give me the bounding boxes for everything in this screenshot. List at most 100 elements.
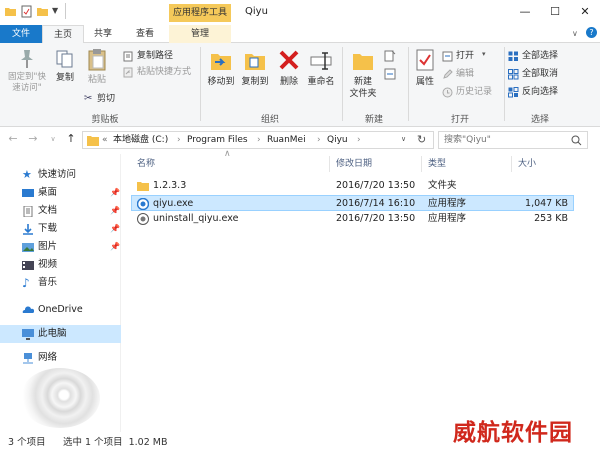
nav-music[interactable]: ♪ 音乐 bbox=[0, 274, 121, 292]
invert-selection-label: 反向选择 bbox=[522, 87, 559, 97]
ribbon-collapse-icon[interactable]: ∨ bbox=[572, 29, 578, 38]
column-header-size[interactable]: 大小 bbox=[518, 158, 536, 170]
nav-label: 下载 bbox=[38, 223, 58, 234]
breadcrumb-item[interactable]: 本地磁盘 (C:) bbox=[113, 134, 168, 147]
quick-access-dropdown-icon[interactable]: ▼ bbox=[52, 6, 58, 15]
table-row[interactable]: uninstall_qiyu.exe 2016/7/20 13:50 应用程序 … bbox=[131, 211, 574, 227]
column-header-type[interactable]: 类型 bbox=[428, 158, 446, 170]
nav-desktop[interactable]: 桌面 📌 bbox=[0, 184, 121, 202]
copy-path-button[interactable]: 复制路径 bbox=[123, 50, 198, 63]
tab-file[interactable]: 文件 bbox=[0, 25, 42, 43]
refresh-icon[interactable]: ↻ bbox=[417, 133, 426, 146]
breadcrumb-item[interactable]: RuanMei bbox=[267, 134, 306, 147]
search-box[interactable]: 搜索"Qiyu" bbox=[438, 131, 588, 149]
new-folder-icon bbox=[353, 54, 373, 70]
rename-button[interactable]: 重命名 bbox=[304, 48, 338, 88]
breadcrumb-separator: › bbox=[257, 135, 261, 145]
nav-pictures[interactable]: 图片 📌 bbox=[0, 238, 121, 256]
file-name: 1.2.3.3 bbox=[153, 180, 187, 191]
history-icon bbox=[442, 87, 453, 98]
nav-label: 快速访问 bbox=[38, 169, 77, 180]
new-folder-icon[interactable] bbox=[36, 5, 49, 18]
column-divider[interactable] bbox=[329, 156, 330, 172]
select-none-icon bbox=[508, 69, 519, 80]
nav-this-pc[interactable]: 此电脑 bbox=[0, 325, 121, 343]
file-type: 文件夹 bbox=[428, 180, 457, 191]
breadcrumb-item[interactable]: Program Files bbox=[187, 134, 248, 147]
clipboard-group-label: 剪贴板 bbox=[91, 115, 119, 125]
copy-button[interactable]: 复制 bbox=[52, 48, 78, 84]
select-all-button[interactable]: 全部选择 bbox=[508, 50, 596, 63]
pin-icon: 📌 bbox=[110, 242, 120, 251]
forward-arrow-icon[interactable]: → bbox=[26, 131, 40, 147]
open-icon bbox=[442, 51, 453, 62]
uninstaller-icon bbox=[137, 213, 149, 225]
nav-onedrive[interactable]: OneDrive bbox=[0, 301, 121, 319]
nav-network[interactable]: 网络 bbox=[0, 349, 121, 367]
nav-label: 此电脑 bbox=[38, 328, 67, 339]
select-none-button[interactable]: 全部取消 bbox=[508, 68, 596, 81]
file-size: 1,047 KB bbox=[525, 198, 568, 209]
nav-videos[interactable]: 视频 bbox=[0, 256, 121, 274]
history-button[interactable]: 历史记录 bbox=[442, 86, 504, 99]
copy-to-button[interactable]: 复制到 bbox=[238, 48, 272, 88]
file-type: 应用程序 bbox=[428, 198, 467, 209]
new-item-icon[interactable] bbox=[384, 50, 396, 62]
close-button[interactable]: ✕ bbox=[570, 0, 600, 25]
paste-button[interactable]: 粘贴 bbox=[82, 48, 112, 86]
tab-view[interactable]: 查看 bbox=[124, 25, 166, 43]
up-arrow-icon[interactable]: ↑ bbox=[64, 131, 78, 147]
music-icon: ♪ bbox=[22, 276, 30, 290]
delete-icon bbox=[279, 50, 299, 70]
table-row[interactable]: 1.2.3.3 2016/7/20 13:50 文件夹 bbox=[131, 178, 574, 194]
move-to-button[interactable]: 移动到 bbox=[204, 48, 238, 88]
paste-shortcut-button[interactable]: 粘贴快捷方式 bbox=[123, 66, 198, 79]
properties-icon[interactable] bbox=[20, 5, 33, 18]
group-divider bbox=[342, 47, 343, 121]
back-arrow-icon[interactable]: ← bbox=[6, 131, 20, 147]
column-header-modified[interactable]: 修改日期 bbox=[336, 158, 372, 170]
delete-button[interactable]: 删除 bbox=[276, 48, 302, 88]
nav-quick-access[interactable]: ★ 快速访问 bbox=[0, 166, 121, 184]
column-divider[interactable] bbox=[511, 156, 512, 172]
easy-access-icon[interactable] bbox=[384, 68, 396, 80]
column-header-name[interactable]: 名称 bbox=[137, 158, 155, 170]
breadcrumb-separator: › bbox=[317, 135, 321, 145]
scissors-icon: ✂ bbox=[84, 93, 93, 104]
search-icon bbox=[571, 135, 582, 146]
address-dropdown-icon[interactable]: ∨ bbox=[401, 135, 406, 143]
properties-button[interactable]: 属性 bbox=[412, 48, 438, 88]
minimize-button[interactable]: — bbox=[510, 0, 540, 25]
breadcrumb-item[interactable]: Qiyu bbox=[327, 134, 348, 147]
file-modified: 2016/7/20 13:50 bbox=[336, 180, 416, 191]
copy-to-icon bbox=[245, 54, 265, 70]
new-folder-button[interactable]: 新建 文件夹 bbox=[346, 48, 380, 100]
nav-downloads[interactable]: 下载 📌 bbox=[0, 220, 121, 238]
breadcrumb-overflow[interactable]: « bbox=[102, 134, 108, 147]
nav-documents[interactable]: 文档 📌 bbox=[0, 202, 121, 220]
address-bar[interactable]: « 本地磁盘 (C:) › Program Files › RuanMei › … bbox=[82, 131, 434, 149]
column-divider[interactable] bbox=[421, 156, 422, 172]
file-size: 253 KB bbox=[534, 213, 568, 224]
table-row-selected[interactable]: qiyu.exe 2016/7/14 16:10 应用程序 1,047 KB bbox=[131, 195, 574, 211]
search-input[interactable]: 搜索"Qiyu" bbox=[444, 134, 491, 147]
tab-home[interactable]: 主页 bbox=[42, 25, 84, 43]
tab-share[interactable]: 共享 bbox=[84, 25, 122, 43]
maximize-button[interactable]: ☐ bbox=[540, 0, 570, 25]
nav-label: 音乐 bbox=[38, 277, 58, 288]
pin-quick-access-label: 固定到"快速访问" bbox=[8, 72, 46, 93]
select-none-label: 全部取消 bbox=[522, 69, 559, 79]
help-icon[interactable]: ? bbox=[586, 27, 597, 38]
recent-locations-icon[interactable]: ∨ bbox=[46, 131, 60, 147]
network-icon bbox=[23, 353, 33, 364]
window-title: Qiyu bbox=[245, 6, 268, 17]
pin-quick-access-button[interactable]: 固定到"快速访问" bbox=[4, 48, 50, 94]
edit-button[interactable]: 编辑 bbox=[442, 68, 498, 81]
tab-manage[interactable]: 管理 bbox=[169, 25, 231, 43]
open-button[interactable]: 打开 ▾ bbox=[442, 50, 498, 63]
breadcrumb-separator: › bbox=[177, 135, 181, 145]
folder-icon bbox=[87, 136, 99, 146]
pin-icon bbox=[21, 50, 33, 68]
select-group-label: 选择 bbox=[530, 115, 549, 125]
invert-selection-button[interactable]: 反向选择 bbox=[508, 86, 596, 99]
